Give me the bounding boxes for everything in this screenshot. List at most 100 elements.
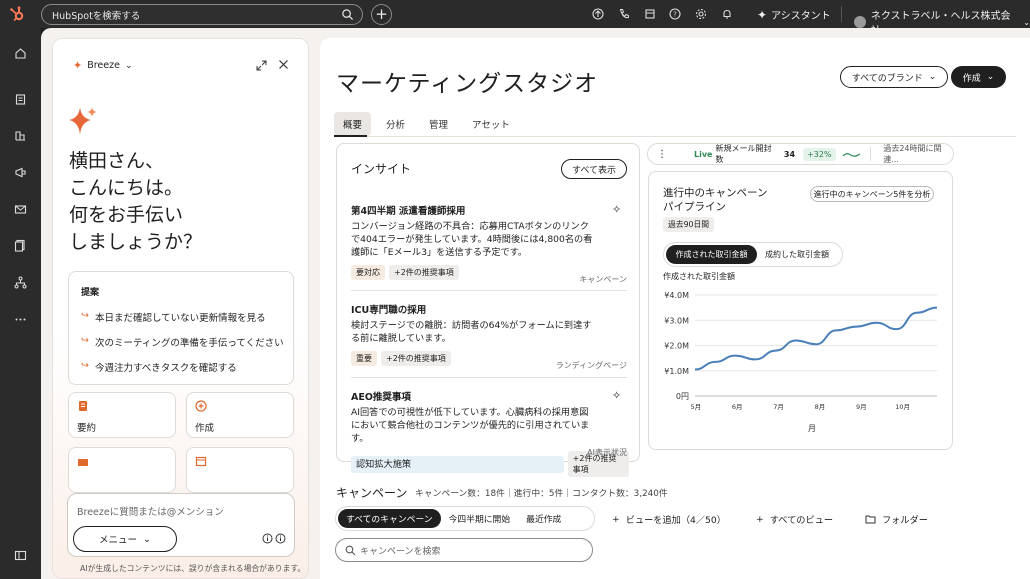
breeze-panel: ✦ Breeze ⌄ 横田さん、 こんにちは。 何をお手伝い しましょうか？ 提… (52, 38, 309, 579)
info-icon[interactable] (262, 533, 273, 544)
chevron-down-icon: ⌄ (124, 60, 133, 71)
page-tabs: 概要 分析 管理 アセット (334, 112, 525, 136)
global-search-placeholder: HubSpotを検索する (52, 10, 141, 22)
tab-overview[interactable]: 概要 (334, 112, 372, 136)
suggestion-item[interactable]: ↪ 次のミーティングの準備を手伝ってください (81, 335, 284, 349)
filter-all-campaigns[interactable]: すべてのキャンペーン (338, 509, 441, 528)
deal-amount-line-chart: 0円 ¥1.0M ¥2.0M ¥3.0M ¥4.0M 5月 6月 7月 8月 9月 10月月 (664, 291, 938, 433)
notification-bell-icon[interactable] (721, 8, 733, 20)
filter-recently-created[interactable]: 最近作成 (518, 509, 569, 528)
analyze-campaigns-button[interactable]: 進行中のキャンペーン5件を分析 (810, 186, 934, 202)
insights-title: インサイト (351, 162, 412, 176)
document-icon (79, 401, 87, 411)
status-badge: 重要 (351, 351, 377, 366)
suggestion-label: 次のミーティングの準備を手伝ってください (94, 338, 284, 349)
live-metrics-bar: ⋮ Live 新規メール開封数 34 +32% 過去24時間に関連... (647, 143, 954, 165)
breeze-sparkle-large-icon (69, 107, 97, 135)
settings-gear-icon[interactable] (695, 8, 707, 20)
chevron-down-icon: ⌄ (1023, 17, 1030, 27)
phone-icon[interactable] (618, 8, 630, 20)
assistant-button[interactable]: ✦ アシスタント (757, 7, 831, 23)
all-views-button[interactable]: + すべてのビュー (756, 512, 833, 527)
suggestion-item[interactable]: ↪ 今週注力すべきタスクを確認する (81, 360, 237, 374)
marketplace-icon[interactable] (644, 8, 656, 20)
x-tick-label: 9月 (856, 403, 867, 411)
suggestions-card: 提案 ↪ 本日まだ確認していない更新情報を見る ↪ 次のミーティングの準備を手伝って… (68, 271, 294, 385)
brand-dropdown[interactable]: すべてのブランド ⌄ (840, 66, 948, 88)
seg-created-amount[interactable]: 作成された取引金額 (666, 245, 757, 264)
add-view-button[interactable]: + ビューを追加（4／50） (612, 512, 726, 527)
insight-item[interactable]: AEO推奨事項 AI回答での可視性が低下しています。心臓病科の採用意図において競… (351, 389, 629, 477)
upgrade-icon[interactable] (592, 8, 604, 20)
chart-icon (78, 459, 88, 466)
filter-this-quarter[interactable]: 今四半期に開始 (441, 509, 519, 528)
suggestion-item[interactable]: ↪ 本日まだ確認していない更新情報を見る (81, 310, 266, 324)
campaign-filter-tabs: すべてのキャンペーン 今四半期に開始 最近作成 (335, 506, 595, 531)
global-search-input[interactable]: HubSpotを検索する (41, 4, 363, 25)
brand-dropdown-label: すべてのブランド (851, 73, 923, 84)
insight-item[interactable]: 第4四半期 派遣看護師採用 コンバージョン経路の不具合：応募用CTAボタンのリン… (351, 203, 629, 284)
divider (351, 290, 627, 291)
sparkline-icon (842, 153, 860, 157)
help-icon[interactable]: ? (669, 8, 681, 20)
live-metric-change: +32% (803, 147, 836, 161)
close-icon[interactable] (278, 59, 289, 70)
insight-item[interactable]: ICU専門職の採用 検討ステージでの離脱：訪問者の64%がフォームに到達する前に… (351, 302, 629, 370)
quick-create-button[interactable]: + (371, 4, 392, 25)
folder-button[interactable]: フォルダー (865, 512, 928, 526)
recommendations-badge[interactable]: +2件の推奨事項 (381, 351, 451, 366)
marketing-studio-panel: マーケティングスタジオ すべてのブランド ⌄ 作成 ⌄ 概要 分析 管理 アセッ… (320, 38, 1030, 579)
expand-icon[interactable] (256, 60, 267, 71)
quick-card-create[interactable]: 作成 (186, 392, 294, 438)
create-button-label: 作成 (962, 73, 981, 84)
crm-icon[interactable] (14, 129, 27, 142)
marketing-icon[interactable] (14, 166, 27, 179)
breeze-prompt-input[interactable]: Breezeに質問または@メンション メニュー ⌄ (67, 493, 295, 557)
assistant-label: アシスタント (771, 11, 831, 22)
sparkle-icon[interactable]: ✧ (612, 389, 623, 402)
more-vertical-icon[interactable]: ⋮ (657, 149, 667, 160)
automation-icon[interactable] (14, 276, 27, 289)
tab-assets[interactable]: アセット (463, 112, 519, 136)
breeze-sparkle-icon: ✦ (73, 59, 83, 72)
recommendations-badge[interactable]: +2件の推奨事項 (389, 265, 459, 280)
more-icon[interactable] (14, 313, 27, 326)
pipeline-title: 進行中のキャンペーン パイプライン (663, 187, 768, 213)
page-title: マーケティングスタジオ (336, 71, 599, 97)
quick-card-partial[interactable] (68, 447, 176, 493)
plus-circle-icon (195, 400, 207, 412)
bookmarks-icon[interactable] (14, 93, 27, 106)
tab-divider (334, 136, 1016, 137)
chart-title: 作成された取引金額 (663, 272, 735, 281)
breeze-menu-button[interactable]: メニュー ⌄ (73, 526, 177, 552)
insight-source: ランディングページ (555, 361, 627, 370)
insight-body: AI回答での可視性が低下しています。心臓病科の採用意図において競合他社のコンテン… (351, 407, 590, 444)
quick-card-partial[interactable] (186, 447, 294, 493)
inbox-mail-icon[interactable] (14, 203, 27, 216)
live-badge: Live (694, 149, 713, 159)
tab-analytics[interactable]: 分析 (377, 112, 414, 136)
tab-manage[interactable]: 管理 (420, 112, 457, 136)
home-icon[interactable] (14, 47, 27, 60)
campaign-search-input[interactable]: キャンペーンを検索 (335, 538, 593, 562)
breeze-header-dropdown[interactable]: ✦ Breeze ⌄ (73, 59, 133, 72)
insight-heading: ICU専門職の採用 (351, 305, 427, 316)
x-axis-label: 月 (808, 424, 816, 433)
quick-card-summary[interactable]: 要約 (68, 392, 176, 438)
y-tick-label: ¥1.0M (664, 367, 689, 376)
svg-text:?: ? (673, 11, 677, 19)
sparkle-icon[interactable]: ✧ (612, 203, 623, 216)
show-all-button[interactable]: すべて表示 (561, 159, 627, 179)
hubspot-logo-icon[interactable] (8, 5, 26, 23)
live-period-link[interactable]: 過去24時間に関連... (883, 143, 953, 165)
submit-icon[interactable] (275, 533, 286, 544)
content-icon[interactable] (14, 239, 27, 252)
breeze-title: Breeze (87, 60, 120, 71)
seg-closed-amount[interactable]: 成約した取引金額 (757, 245, 837, 264)
insight-body: 検討ステージでの離脱：訪問者の64%がフォームに到達する前に離脱しています。 (351, 320, 592, 344)
plus-icon: + (756, 513, 764, 525)
search-icon (345, 545, 356, 556)
collapse-nav-icon[interactable] (14, 549, 27, 562)
create-button[interactable]: 作成 ⌄ (951, 66, 1006, 88)
deal-amount-toggle: 作成された取引金額 成約した取引金額 (663, 242, 843, 267)
